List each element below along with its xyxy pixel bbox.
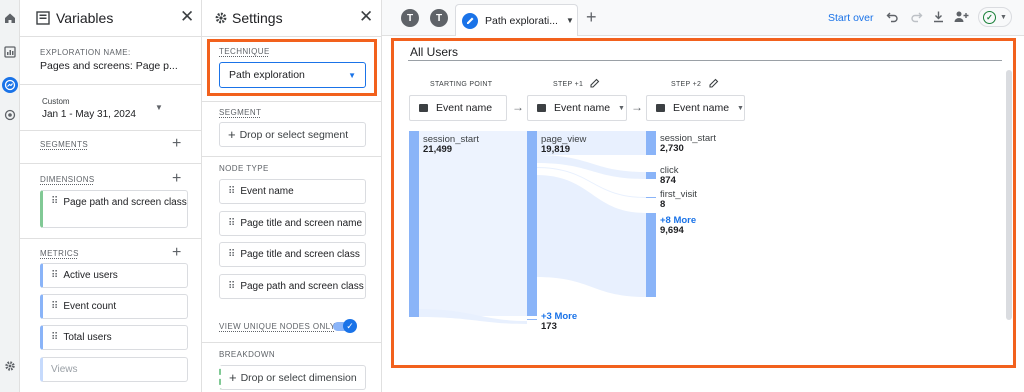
drag-handle-icon[interactable]: ⠿ <box>51 196 58 207</box>
node-type-event-name[interactable]: ⠿ Event name <box>219 179 366 204</box>
check-icon: ✓ <box>343 319 357 333</box>
advertising-icon[interactable] <box>2 107 18 123</box>
close-settings-icon[interactable]: ✕ <box>359 8 373 25</box>
drag-handle-icon[interactable]: ⠿ <box>51 270 58 281</box>
add-tab-icon[interactable]: + <box>586 8 597 26</box>
chevron-down-icon[interactable]: ▼ <box>566 16 574 25</box>
breakdown-dropzone[interactable]: + Drop or select dimension <box>219 365 366 390</box>
metrics-label: METRICS <box>40 249 79 258</box>
settings-title: Settings <box>232 10 283 26</box>
edit-pencil-icon <box>462 12 478 29</box>
plus-icon: + <box>229 370 237 385</box>
metric-chip-total-users[interactable]: ⠿ Total users <box>40 325 188 350</box>
metric-chip-active-users[interactable]: ⠿ Active users <box>40 263 188 288</box>
node-type-label: NODE TYPE <box>219 164 269 173</box>
tab-avatar-2[interactable]: T <box>430 9 448 27</box>
node-type-page-path-screen-class[interactable]: ⠿ Page path and screen class <box>219 274 366 299</box>
left-nav <box>0 0 20 392</box>
variables-icon <box>36 11 50 28</box>
variables-panel: Variables ✕ EXPLORATION NAME: Pages and … <box>20 0 202 392</box>
tab-avatar-1[interactable]: T <box>401 9 419 27</box>
segment-dropzone[interactable]: + Drop or select segment <box>219 122 366 147</box>
add-dimension-icon[interactable]: + <box>172 171 181 187</box>
chevron-down-icon: ▼ <box>1000 13 1007 21</box>
technique-highlight <box>207 39 377 96</box>
settings-icon[interactable] <box>2 358 18 374</box>
settings-gear-icon <box>214 11 228 28</box>
date-range-picker[interactable]: Jan 1 - May 31, 2024 <box>42 109 136 120</box>
drag-handle-icon[interactable]: ⠿ <box>228 218 235 229</box>
view-unique-nodes-toggle[interactable]: ✓ <box>333 319 357 333</box>
home-icon[interactable] <box>2 10 18 26</box>
drag-handle-icon[interactable]: ⠿ <box>228 186 235 197</box>
add-metric-icon[interactable]: + <box>172 245 181 261</box>
segment-label: SEGMENT <box>219 108 262 117</box>
explore-icon[interactable] <box>2 77 18 93</box>
view-unique-nodes-label: VIEW UNIQUE NODES ONLY <box>219 322 336 331</box>
start-over-button[interactable]: Start over <box>828 12 874 24</box>
check-circle-icon: ✓ <box>983 10 996 24</box>
redo-icon[interactable] <box>910 10 923 26</box>
dimension-chip-page-path[interactable]: ⠿ Page path and screen class <box>40 190 188 228</box>
date-custom-label: Custom <box>42 97 70 106</box>
drag-handle-icon[interactable]: ⠿ <box>51 332 58 343</box>
drag-handle-icon[interactable]: ⠿ <box>228 249 235 260</box>
download-icon[interactable] <box>932 10 945 26</box>
reports-icon[interactable] <box>2 44 18 60</box>
node-type-page-title-screen-name[interactable]: ⠿ Page title and screen name <box>219 211 366 236</box>
tab-bar: T T Path explorati... ▼ + Start over ✓ ▼ <box>382 0 1024 36</box>
segments-label: SEGMENTS <box>40 140 89 149</box>
undo-icon[interactable] <box>886 10 899 26</box>
variables-title: Variables <box>56 10 114 26</box>
breakdown-label: BREAKDOWN <box>219 350 276 359</box>
close-variables-icon[interactable]: ✕ <box>180 8 194 25</box>
canvas-highlight <box>391 38 1016 368</box>
exploration-name-label: EXPLORATION NAME: <box>40 48 131 57</box>
share-user-icon[interactable] <box>954 10 969 26</box>
metric-chip-views[interactable]: Views <box>40 357 188 382</box>
drag-handle-icon[interactable]: ⠿ <box>228 281 235 292</box>
metric-chip-event-count[interactable]: ⠿ Event count <box>40 294 188 319</box>
status-check-dropdown[interactable]: ✓ ▼ <box>978 7 1012 27</box>
dimensions-label: DIMENSIONS <box>40 175 95 184</box>
exploration-name-field[interactable]: Pages and screens: Page p... <box>40 60 178 72</box>
node-type-page-title-screen-class[interactable]: ⠿ Page title and screen class <box>219 242 366 267</box>
plus-icon: + <box>228 127 236 142</box>
chevron-down-icon[interactable]: ▼ <box>155 103 163 112</box>
drag-handle-icon[interactable]: ⠿ <box>51 301 58 312</box>
tab-path-exploration[interactable]: Path explorati... ▼ <box>455 4 578 36</box>
add-segment-icon[interactable]: + <box>172 136 181 152</box>
